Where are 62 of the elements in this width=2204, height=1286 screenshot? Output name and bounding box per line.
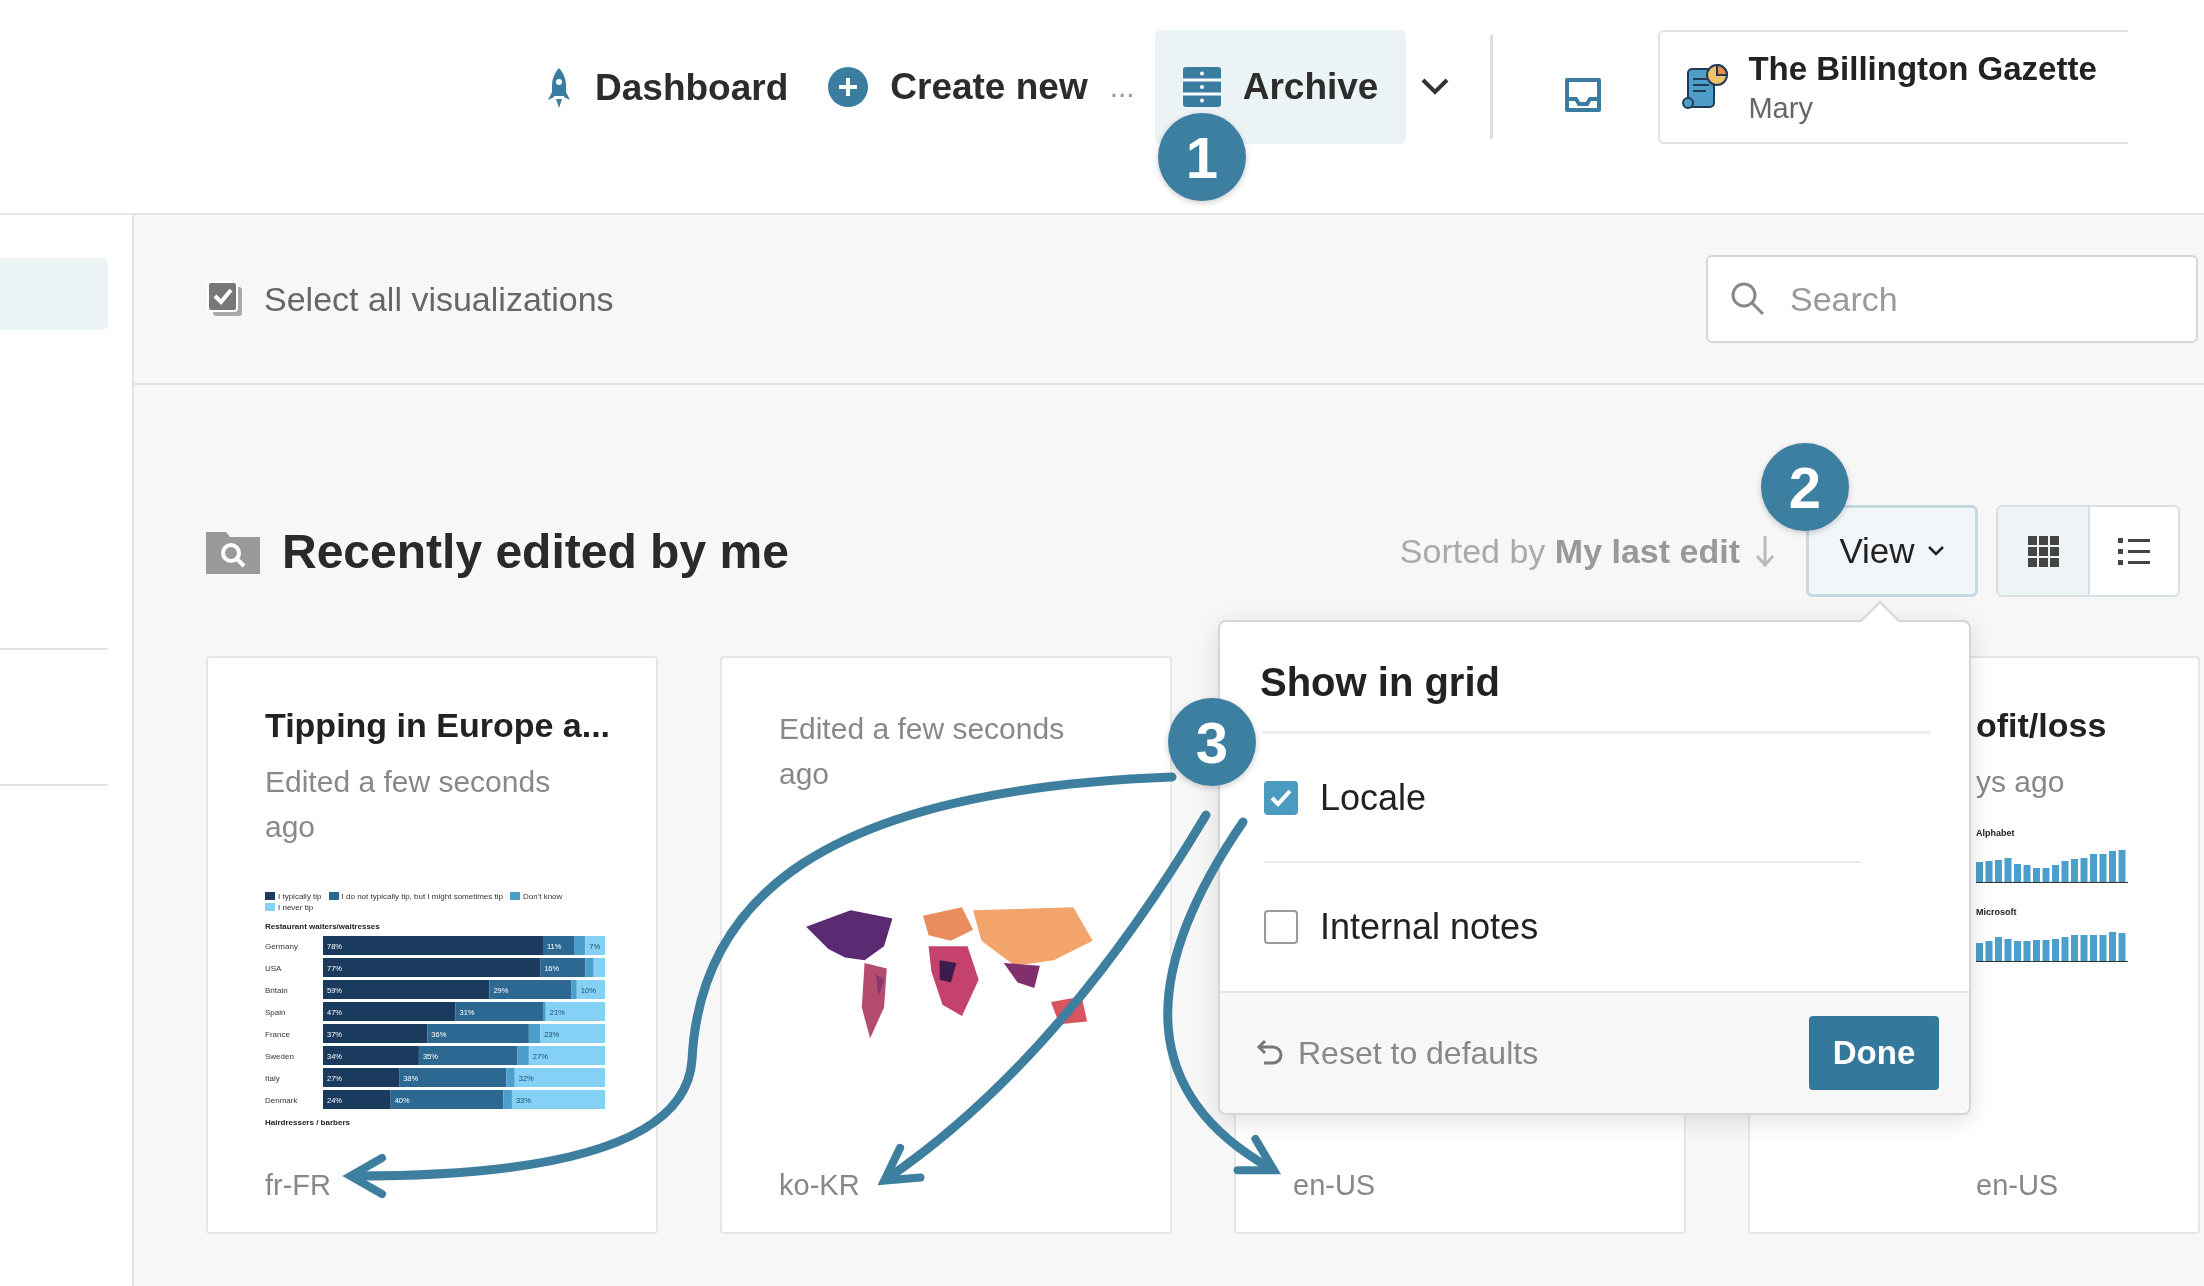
nav-link[interactable]: Create new ... xyxy=(808,66,1155,108)
account-user: Mary xyxy=(1748,91,1814,125)
card-subtitle: Edited a few seconds ago xyxy=(779,711,1066,792)
list-icon xyxy=(2118,536,2150,566)
account-name: The Billington Gazette xyxy=(1748,49,2097,88)
locale-label: en-US xyxy=(1976,1169,2060,1202)
chart-title: Restaurant waiters/waitresses xyxy=(265,921,380,931)
card-title: ofit/loss xyxy=(1976,706,2108,745)
legend-swatch xyxy=(265,892,275,900)
popover-title: Show in grid xyxy=(1260,660,1501,706)
axis-label: Germany xyxy=(265,941,298,951)
card-subtitle: ys ago xyxy=(1976,764,2066,800)
chart-title: Microsoft xyxy=(1976,907,2018,917)
axis-label: France xyxy=(265,1029,290,1039)
checkbox-icon xyxy=(206,280,244,318)
chart-title: Alphabet xyxy=(1976,828,2016,838)
option-label: Locale xyxy=(1320,776,1427,819)
list-view-button[interactable] xyxy=(2088,507,2178,595)
legend-swatch xyxy=(328,892,339,900)
scroll-icon xyxy=(1682,63,1729,111)
search-field[interactable]: Search xyxy=(1706,255,2198,343)
chevron-down-icon xyxy=(1420,77,1451,97)
nav-link[interactable]: Dashboard xyxy=(525,66,809,110)
cabinet-icon xyxy=(1182,67,1221,107)
search-icon xyxy=(1730,281,1766,317)
arrow-down-icon xyxy=(1754,534,1776,568)
grid-view-button[interactable] xyxy=(1998,507,2088,595)
rocket-icon xyxy=(545,66,573,110)
legend-label: I never tip xyxy=(278,902,314,912)
legend-label: Don't know xyxy=(523,891,563,901)
plus-circle-icon xyxy=(828,67,869,107)
visualization-card[interactable]: Edited a few seconds ago ko-KR xyxy=(720,656,1172,1234)
axis-label: Denmark xyxy=(265,1095,298,1105)
locale-label: en-US xyxy=(1293,1169,1377,1202)
legend-swatch xyxy=(510,892,520,900)
axis-label: Sweden xyxy=(265,1051,294,1061)
option-label: Internal notes xyxy=(1320,906,1539,949)
legend-label: I do not typically tip, but I might sometimes tip xyxy=(341,891,503,901)
grid-icon xyxy=(2027,535,2059,567)
axis-label: Italy xyxy=(265,1073,280,1083)
select-all-toggle[interactable]: Select all visualizations xyxy=(206,279,614,319)
step-badge: 2 xyxy=(1761,443,1849,531)
account-switcher[interactable]: The Billington Gazette Mary xyxy=(1658,30,2129,144)
legend-swatch xyxy=(265,903,275,911)
axis-label: Britain xyxy=(265,985,288,995)
locale-label: fr-FR xyxy=(265,1169,333,1202)
locale-label: ko-KR xyxy=(779,1169,861,1202)
section-title: Recently edited by me xyxy=(282,523,789,579)
chevron-down-icon xyxy=(1926,545,1945,557)
checkbox[interactable] xyxy=(1264,780,1298,815)
axis-label: USA xyxy=(265,963,282,973)
checkbox[interactable] xyxy=(1264,910,1298,945)
inbox-icon xyxy=(1563,77,1604,113)
undo-icon xyxy=(1256,1039,1284,1068)
done-button[interactable]: Done xyxy=(1809,1016,1939,1091)
checkmark-icon xyxy=(1269,787,1293,808)
legend-label: I typically tip xyxy=(278,891,322,901)
axis-label: Spain xyxy=(265,1007,286,1017)
card-title: Tipping in Europe a... xyxy=(265,706,612,745)
chart-title: Hairdressers / barbers xyxy=(265,1117,351,1127)
card-subtitle: Edited a few seconds ago xyxy=(265,764,552,845)
visualization-card[interactable] xyxy=(206,656,658,1234)
